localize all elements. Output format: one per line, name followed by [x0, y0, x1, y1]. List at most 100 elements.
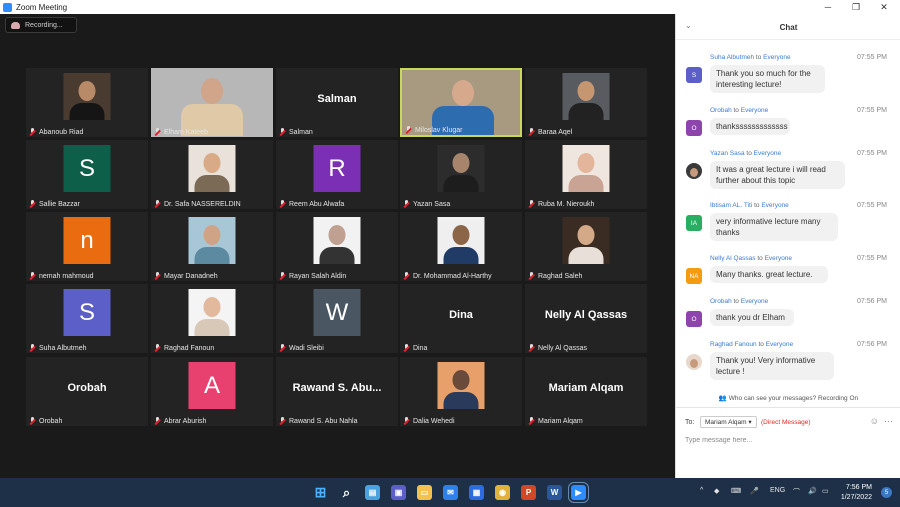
store-icon[interactable]: ▦	[469, 485, 484, 500]
participant-tile[interactable]: Raghad Saleh	[525, 212, 647, 281]
participant-tile[interactable]: Ruba M. Nieroukh	[525, 140, 647, 209]
participant-tile[interactable]: Abanoub Riad	[26, 68, 148, 137]
sender-avatar: IA	[686, 215, 702, 231]
muted-mic-icon	[528, 344, 535, 352]
participant-name-label: Mayar Danadneh	[154, 272, 218, 280]
participant-name-label: Abrar Aburish	[154, 417, 206, 425]
participant-avatar: S	[63, 289, 111, 336]
message-input[interactable]	[685, 434, 885, 446]
muted-mic-icon	[403, 200, 410, 208]
chat-header: ⌄ Chat	[676, 14, 900, 40]
participant-tile[interactable]: Orobah Orobah	[26, 357, 148, 426]
search-icon[interactable]: ⌕	[339, 485, 354, 500]
participant-video	[437, 362, 485, 409]
participant-name-label: Suha Albutmeh	[29, 344, 86, 352]
participant-tile[interactable]: Rayan Salah Aldin	[276, 212, 398, 281]
recipient-select[interactable]: Mariam Alqam ▾	[700, 416, 757, 428]
participant-name-label: Mariam Alqam	[528, 417, 583, 425]
message-bubble: Thank you so much for the interesting le…	[710, 65, 825, 93]
message-time: 07:55 PM	[857, 255, 887, 262]
muted-mic-icon	[29, 344, 36, 352]
start-icon[interactable]: ⊞	[313, 484, 328, 500]
participant-tile[interactable]: Nelly Al Qassas Nelly Al Qassas	[525, 284, 647, 353]
word-icon[interactable]: W	[547, 485, 562, 500]
muted-mic-icon	[403, 344, 410, 352]
restore-button[interactable]: ❐	[844, 0, 868, 14]
file-explorer-icon[interactable]: ▭	[417, 485, 432, 500]
participant-name-label: Dr. Safa NASSERELDIN	[154, 200, 241, 208]
participant-tile[interactable]: Dina Dina	[400, 284, 522, 353]
participant-tile[interactable]: Salman Salman	[276, 68, 398, 137]
participant-avatar: n	[63, 217, 111, 264]
microphone-icon[interactable]: 🎤	[750, 487, 759, 495]
participant-tile[interactable]: Rawand S. Abu... Rawand S. Abu Nahla	[276, 357, 398, 426]
minimize-button[interactable]: ─	[816, 0, 840, 14]
dropbox-icon[interactable]: ◆	[714, 487, 719, 495]
message-header: Ibtisam AL. Titi to Everyone	[710, 202, 789, 209]
sender-avatar: O	[686, 120, 702, 136]
participant-tile[interactable]: S Suha Albutmeh	[26, 284, 148, 353]
zoom-icon[interactable]: ▶	[568, 482, 589, 503]
wifi-icon[interactable]: ⌒	[793, 487, 800, 497]
teams-icon[interactable]: ▣	[391, 485, 406, 500]
language-indicator[interactable]: ENG	[770, 487, 785, 494]
muted-mic-icon	[29, 417, 36, 425]
title-bar: Zoom Meeting ─ ❐ ✕	[0, 0, 900, 14]
sender-avatar: NA	[686, 268, 702, 284]
message-header: Yazan Sasa to Everyone	[710, 150, 782, 157]
battery-icon[interactable]: ▭	[822, 487, 829, 495]
widgets-icon[interactable]: ▤	[365, 485, 380, 500]
participant-tile[interactable]: W Wadi Sleibi	[276, 284, 398, 353]
participant-tile[interactable]: S Sallie Bazzar	[26, 140, 148, 209]
zoom-window: Zoom Meeting ─ ❐ ✕ Recording... Abanoub …	[0, 0, 900, 478]
participant-tile[interactable]: n nemah mahmoud	[26, 212, 148, 281]
message-bubble: very informative lecture many thanks	[710, 213, 838, 241]
participant-tile[interactable]: Dr. Mohammad Al-Harthy	[400, 212, 522, 281]
volume-icon[interactable]: 🔊	[808, 487, 817, 495]
zoom-logo-icon	[3, 2, 12, 12]
participant-tile[interactable]: R Reem Abu Alwafa	[276, 140, 398, 209]
people-icon: 👥	[718, 395, 727, 402]
participant-display-name: Nelly Al Qassas	[544, 309, 628, 321]
participant-name-label: Dr. Mohammad Al-Harthy	[403, 272, 492, 280]
participant-name-label: Rayan Salah Aldin	[279, 272, 346, 280]
participant-display-name: Salman	[317, 93, 357, 105]
participant-tile[interactable]: Dalia Wehedi	[400, 357, 522, 426]
message-bubble: Thank you! Very informative lecture !	[710, 352, 834, 380]
participant-tile[interactable]: Mayar Danadneh	[151, 212, 273, 281]
participant-video	[63, 73, 111, 120]
participant-tile[interactable]: Raghad Fanoun	[151, 284, 273, 353]
taskbar-clock[interactable]: 7:56 PM 1/27/2022	[841, 483, 872, 503]
more-options-icon[interactable]: ⋯	[884, 416, 893, 427]
keyboard-icon[interactable]: ⌨	[731, 487, 741, 495]
message-header: Nelly Al Qassas to Everyone	[710, 255, 793, 262]
close-button[interactable]: ✕	[872, 0, 896, 14]
powerpoint-icon[interactable]: P	[521, 485, 536, 500]
participant-tile[interactable]: Dr. Safa NASSERELDIN	[151, 140, 273, 209]
participant-video	[562, 73, 610, 120]
emoji-icon[interactable]: ☺	[870, 416, 879, 426]
participant-tile[interactable]: Yazan Sasa	[400, 140, 522, 209]
message-visibility-info[interactable]: 👥 Who can see your messages? Recording O…	[676, 394, 900, 402]
participant-video	[188, 217, 236, 264]
mail-icon[interactable]: ✉	[443, 485, 458, 500]
chevron-up-icon[interactable]: ^	[700, 487, 703, 494]
participant-tile[interactable]: Elham Kateeb	[151, 68, 273, 137]
participant-name-label: Elham Kateeb	[154, 128, 208, 136]
message-header: Orobah to Everyone	[710, 107, 769, 114]
chrome-icon[interactable]: ◉	[495, 485, 510, 500]
participant-tile[interactable]: Baraa Aqel	[525, 68, 647, 137]
participant-name-label: Reem Abu Alwafa	[279, 200, 344, 208]
participant-display-name: Mariam Alqam	[548, 382, 624, 394]
recording-indicator[interactable]: Recording...	[5, 17, 77, 33]
message-time: 07:55 PM	[857, 54, 887, 61]
participant-tile[interactable]: Miloslav Klugar	[400, 68, 522, 137]
notification-badge[interactable]: 5	[881, 487, 892, 498]
participant-display-name: Rawand S. Abu...	[292, 382, 382, 394]
participant-video	[313, 217, 361, 264]
participant-video	[151, 68, 273, 137]
participant-tile[interactable]: A Abrar Aburish	[151, 357, 273, 426]
participant-tile[interactable]: Mariam Alqam Mariam Alqam	[525, 357, 647, 426]
message-time: 07:55 PM	[857, 150, 887, 157]
participant-video	[437, 145, 485, 192]
